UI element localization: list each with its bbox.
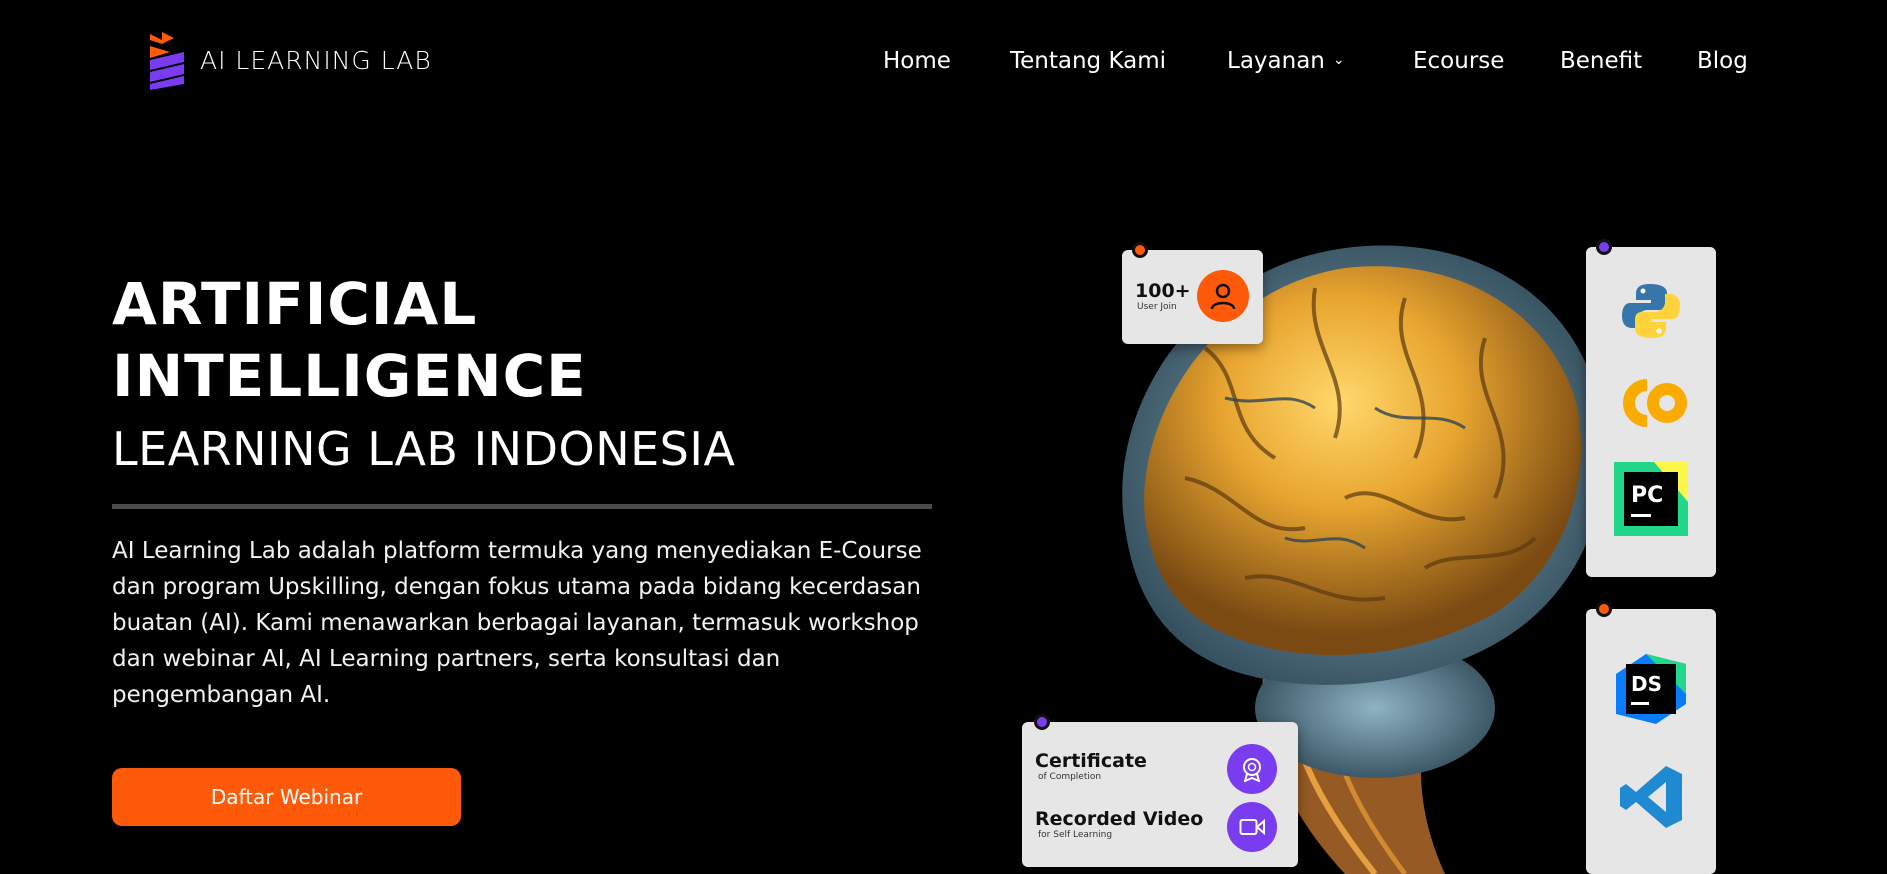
certificate-title: Certificate xyxy=(1035,750,1147,772)
nav-ecourse[interactable]: Ecourse xyxy=(1413,48,1504,74)
nav-layanan-label: Layanan xyxy=(1227,48,1325,74)
hero-title-line2: INTELLIGENCE xyxy=(112,342,587,410)
hero-title: ARTIFICIAL INTELLIGENCE xyxy=(112,268,587,412)
pycharm-icon: PC xyxy=(1611,459,1691,539)
hero-description: AI Learning Lab adalah platform termuka … xyxy=(112,538,922,708)
card-dot xyxy=(1596,601,1612,617)
features-card: Certificate of Completion Recorded Video… xyxy=(1022,714,1298,867)
svg-text:DS: DS xyxy=(1631,672,1662,696)
card-dot xyxy=(1034,714,1050,730)
python-icon xyxy=(1611,271,1691,351)
chevron-down-icon: ⌄ xyxy=(1332,52,1345,68)
daftar-webinar-button[interactable]: Daftar Webinar xyxy=(112,768,461,826)
nav-benefit[interactable]: Benefit xyxy=(1560,48,1642,74)
recorded-video-subtitle: for Self Learning xyxy=(1038,830,1113,840)
user-icon xyxy=(1197,270,1249,322)
main-nav: Home Tentang Kami Layanan ⌄ Ecourse Benef… xyxy=(0,48,1887,82)
certificate-subtitle: of Completion xyxy=(1038,772,1102,782)
user-count-label: User Join xyxy=(1137,302,1177,312)
dataspell-icon: DS xyxy=(1611,649,1691,729)
nav-blog[interactable]: Blog xyxy=(1697,48,1748,74)
award-icon xyxy=(1227,744,1277,794)
svg-text:PC: PC xyxy=(1631,483,1663,508)
video-camera-icon xyxy=(1227,802,1277,852)
landing-page: AI LEARNING LAB Home Tentang Kami Layana… xyxy=(0,0,1887,874)
tools-card-bottom: DS xyxy=(1586,601,1716,874)
hero-title-line1: ARTIFICIAL xyxy=(112,270,478,338)
recorded-video-title: Recorded Video xyxy=(1035,808,1204,830)
hero-divider xyxy=(112,504,932,509)
card-dot xyxy=(1596,239,1612,255)
nav-tentang-kami[interactable]: Tentang Kami xyxy=(1010,48,1166,74)
user-count: 100+ xyxy=(1135,280,1191,302)
vscode-icon xyxy=(1611,757,1691,837)
user-join-card: 100+ User Join xyxy=(1122,242,1263,344)
hero-subtitle: LEARNING LAB INDONESIA xyxy=(112,422,736,476)
tools-card-top: PC xyxy=(1586,239,1716,577)
nav-home[interactable]: Home xyxy=(883,48,951,74)
card-dot xyxy=(1132,242,1148,258)
colab-icon xyxy=(1611,363,1691,443)
nav-layanan[interactable]: Layanan ⌄ xyxy=(1227,48,1345,74)
